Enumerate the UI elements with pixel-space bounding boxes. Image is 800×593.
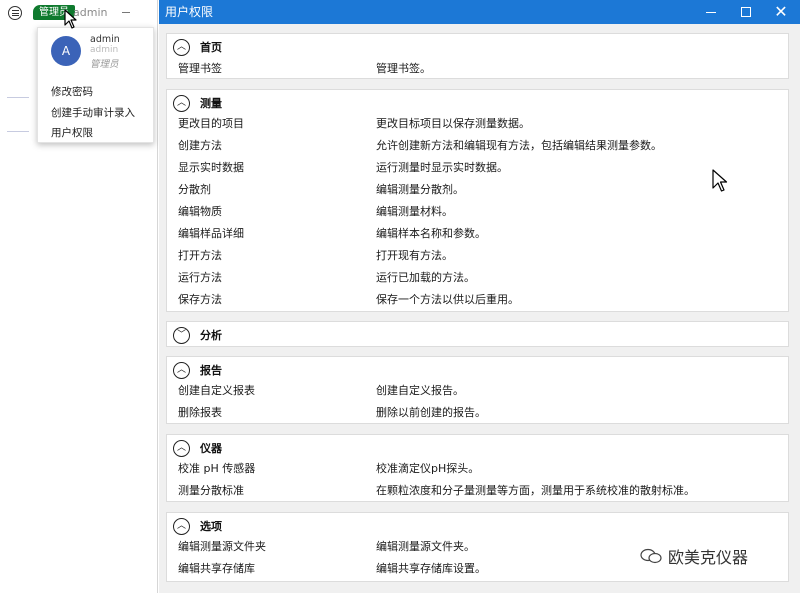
permission-name: 显示实时数据 (178, 161, 244, 174)
title-bar[interactable]: 用户权限 ✕ (159, 0, 800, 24)
table-row: 编辑样品详细 编辑样本名称和参数。 (178, 223, 778, 245)
user-name[interactable]: admin (73, 5, 107, 20)
mouse-cursor-icon (64, 9, 77, 29)
table-row: 分散剂 编辑测量分散剂。 (178, 179, 778, 201)
permission-desc: 更改目标项目以保存测量数据。 (376, 117, 530, 130)
permission-name: 管理书签 (178, 62, 222, 75)
watermark-text: 欧美克仪器 (668, 548, 749, 567)
popup-user-name: admin (90, 34, 120, 45)
window-title: 用户权限 (165, 5, 214, 19)
minimize-icon (706, 11, 716, 13)
permission-desc: 允许创建新方法和编辑现有方法，包括编辑结果测量参数。 (376, 139, 662, 152)
permission-name: 测量分散标准 (178, 484, 244, 497)
section-measurement: ︿ 测量 更改目的项目 更改目标项目以保存测量数据。 创建方法 允许创建新方法和编辑现… (166, 89, 789, 312)
table-row: 测量分散标准 在颗粒浓度和分子量测量等方面，测量用于系统校准的散射标准。 (178, 480, 778, 502)
menu-icon[interactable] (8, 6, 22, 20)
permission-name: 编辑共享存储库 (178, 562, 255, 575)
permission-name: 创建自定义报表 (178, 384, 255, 397)
permission-name: 创建方法 (178, 139, 222, 152)
permissions-list: ︿ 首页 管理书签 管理书签。 ︿ 测量 更改目的项目 更改目标项目以保存测量数据。 创… (166, 33, 789, 593)
permission-name: 分散剂 (178, 183, 211, 196)
section-home: ︿ 首页 管理书签 管理书签。 (166, 33, 789, 79)
section-title: 分析 (200, 329, 222, 342)
table-row: 校准 pH 传感器 校准滴定仪pH探头。 (178, 458, 778, 480)
permission-name: 打开方法 (178, 249, 222, 262)
permission-name: 更改目的项目 (178, 117, 244, 130)
permission-name: 编辑物质 (178, 205, 222, 218)
table-row: 显示实时数据 运行测量时显示实时数据。 (178, 157, 778, 179)
permission-name: 保存方法 (178, 293, 222, 306)
minimize-icon[interactable] (122, 12, 130, 13)
table-row: 打开方法 打开现有方法。 (178, 245, 778, 267)
permission-desc: 编辑测量源文件夹。 (376, 540, 475, 553)
section-instrument: ︿ 仪器 校准 pH 传感器 校准滴定仪pH探头。 测量分散标准 在颗粒浓度和分子量测… (166, 434, 789, 502)
permission-desc: 运行已加载的方法。 (376, 271, 475, 284)
menu-user-permissions[interactable]: 用户权限 (51, 125, 93, 140)
maximize-icon (741, 7, 751, 17)
avatar: A (51, 36, 81, 66)
left-pane: 管理员 admin A admin admin 管理员 修改密码 创建手动审计录… (0, 0, 158, 593)
popup-user-role: 管理员 (90, 59, 119, 70)
permission-desc: 保存一个方法以供以后重用。 (376, 293, 519, 306)
divider (7, 97, 29, 98)
permission-desc: 运行测量时显示实时数据。 (376, 161, 508, 174)
maximize-button[interactable] (731, 0, 761, 24)
chevron-up-icon[interactable]: ︿ (173, 38, 190, 56)
permission-desc: 管理书签。 (376, 62, 431, 75)
watermark: 欧美克仪器 (640, 544, 748, 568)
user-permissions-window: 用户权限 ✕ ︿ 首页 管理书签 管理书签。 ︿ 测量 更改目的项目 更改目标项目以保存… (159, 0, 800, 593)
section-title: 首页 (200, 41, 222, 54)
permission-name: 编辑测量源文件夹 (178, 540, 266, 553)
table-row: 编辑物质 编辑测量材料。 (178, 201, 778, 223)
permission-name: 删除报表 (178, 406, 222, 419)
menu-change-password[interactable]: 修改密码 (51, 84, 93, 99)
section-reports: ︿ 报告 创建自定义报表 创建自定义报告。 删除报表 删除以前创建的报告。 (166, 356, 789, 424)
permission-desc: 编辑共享存储库设置。 (376, 562, 486, 575)
chevron-up-icon[interactable]: ︿ (173, 361, 190, 379)
popup-user-id: admin (90, 45, 119, 55)
permission-name: 编辑样品详细 (178, 227, 244, 240)
permission-name: 校准 pH 传感器 (178, 462, 256, 475)
mouse-cursor-icon (712, 169, 728, 192)
user-menu-popup: A admin admin 管理员 修改密码 创建手动审计录入 用户权限 (37, 27, 154, 143)
permission-name: 运行方法 (178, 271, 222, 284)
permission-desc: 编辑测量材料。 (376, 205, 453, 218)
table-row: 删除报表 删除以前创建的报告。 (178, 402, 778, 424)
close-icon: ✕ (774, 2, 788, 21)
permission-desc: 编辑测量分散剂。 (376, 183, 464, 196)
section-title: 仪器 (200, 442, 222, 455)
section-title: 选项 (200, 520, 222, 533)
permission-desc: 打开现有方法。 (376, 249, 453, 262)
section-title: 报告 (200, 364, 222, 377)
permission-desc: 创建自定义报告。 (376, 384, 464, 397)
permission-desc: 在颗粒浓度和分子量测量等方面，测量用于系统校准的散射标准。 (376, 484, 695, 497)
permission-desc: 删除以前创建的报告。 (376, 406, 486, 419)
wechat-icon (640, 548, 662, 564)
table-row: 更改目的项目 更改目标项目以保存测量数据。 (178, 113, 778, 135)
permission-desc: 编辑样本名称和参数。 (376, 227, 486, 240)
menu-create-audit-entry[interactable]: 创建手动审计录入 (51, 105, 135, 120)
table-row: 创建方法 允许创建新方法和编辑现有方法，包括编辑结果测量参数。 (178, 135, 778, 157)
section-analysis: ﹀ 分析 (166, 321, 789, 347)
chevron-up-icon[interactable]: ︿ (173, 517, 190, 535)
divider (7, 131, 29, 132)
table-row: 创建自定义报表 创建自定义报告。 (178, 380, 778, 402)
table-row: 保存方法 保存一个方法以供以后重用。 (178, 289, 778, 311)
minimize-button[interactable] (696, 0, 726, 24)
chevron-down-icon[interactable]: ﹀ (173, 326, 190, 344)
table-row: 运行方法 运行已加载的方法。 (178, 267, 778, 289)
close-button[interactable]: ✕ (766, 0, 796, 24)
chevron-up-icon[interactable]: ︿ (173, 94, 190, 112)
table-row: 管理书签 管理书签。 (178, 58, 778, 80)
chevron-up-icon[interactable]: ︿ (173, 439, 190, 457)
section-title: 测量 (200, 97, 222, 110)
permission-desc: 校准滴定仪pH探头。 (376, 462, 480, 475)
